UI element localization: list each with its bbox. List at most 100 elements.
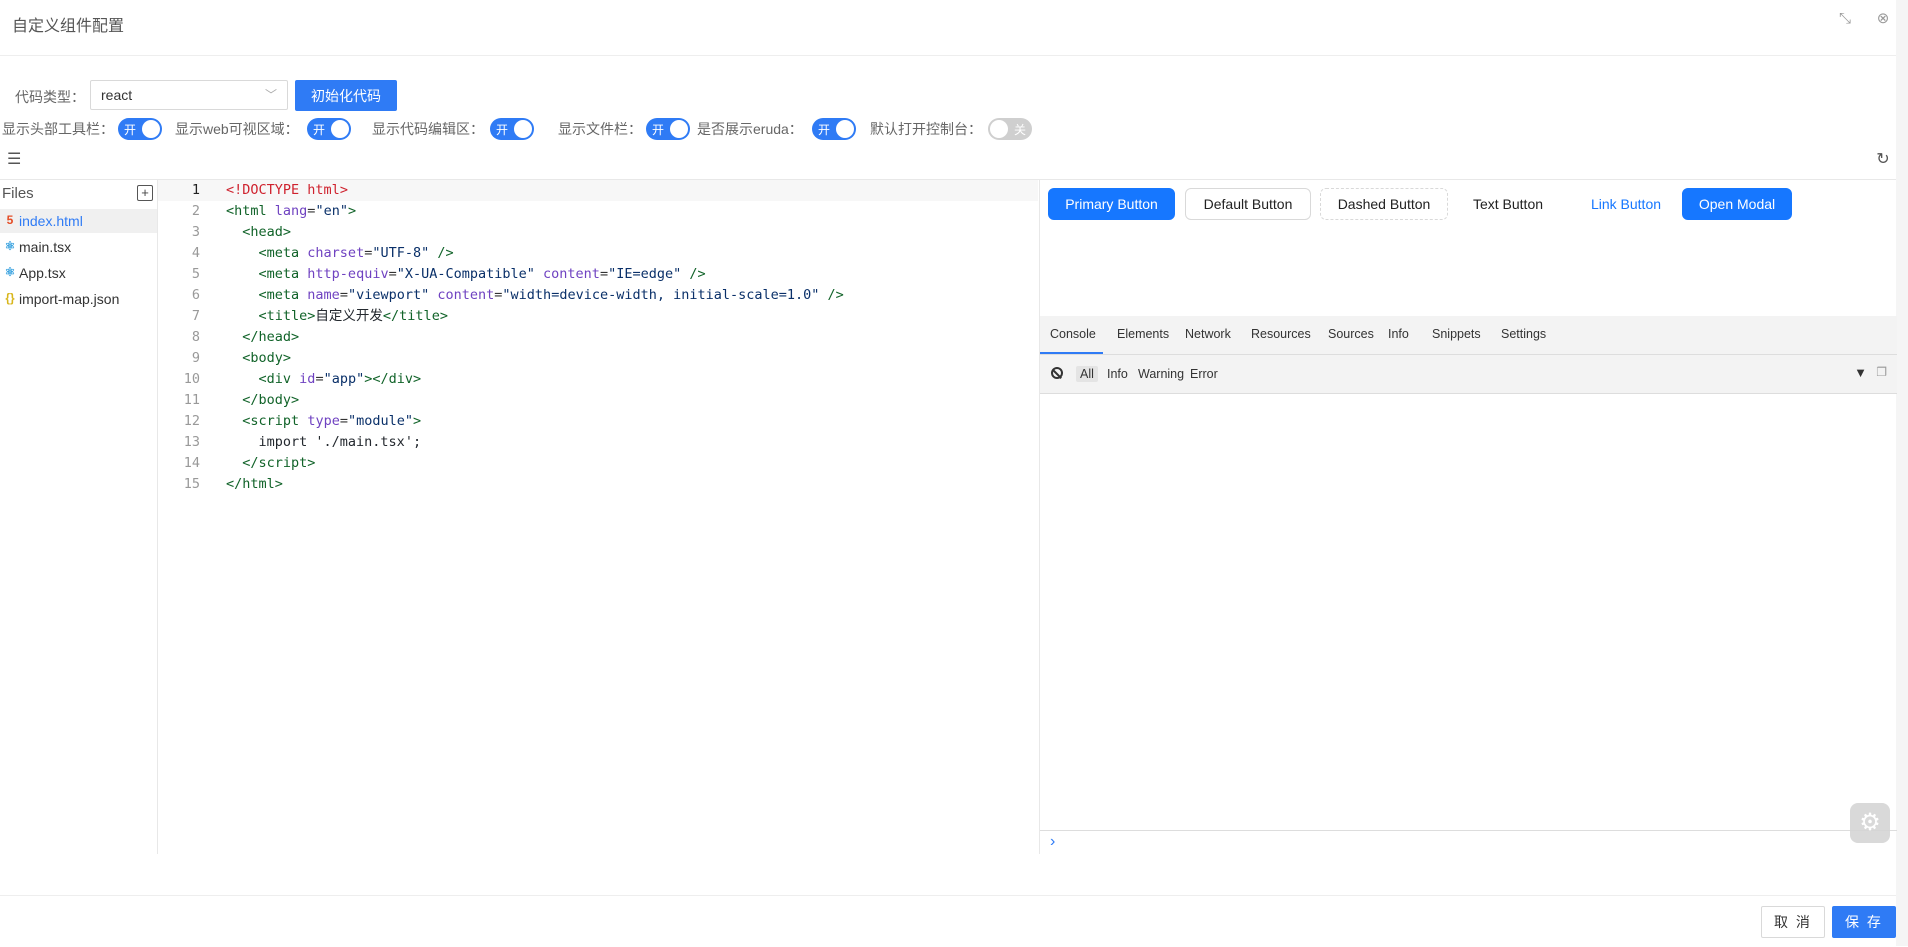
code-line[interactable]: 10 <div id="app"></div> — [158, 369, 1038, 390]
console-filter[interactable]: Error — [1186, 366, 1222, 382]
line-number: 4 — [191, 245, 200, 261]
preview-button-text[interactable]: Text Button — [1452, 188, 1564, 220]
toggle-state: 开 — [652, 123, 665, 137]
console-toolbar: All Info Warning Error ▼ ❐ — [1040, 355, 1897, 394]
code-line[interactable]: 2 <html lang="en"> — [158, 201, 1038, 222]
init-code-button[interactable]: 初始化代码 — [295, 80, 397, 111]
refresh-icon[interactable]: ↻ — [1874, 151, 1892, 169]
json-icon: {} — [5, 291, 15, 305]
line-number: 6 — [191, 287, 200, 303]
code-line[interactable]: 15 </html> — [158, 474, 1038, 495]
react-icon: ⚛ — [4, 265, 16, 279]
preview-button-link[interactable]: Link Button — [1570, 188, 1682, 220]
file-item[interactable]: ⚛ main.tsx — [0, 235, 157, 259]
list-icon[interactable]: ☰ — [7, 152, 23, 168]
toggle-switch[interactable]: 开 — [646, 118, 690, 140]
preview-button-primary[interactable]: Open Modal — [1682, 188, 1792, 220]
workspace: Files + 5 index.html ⚛ main.tsx ⚛ App.tsx {} im… — [0, 179, 1897, 854]
preview-button-primary[interactable]: Primary Button — [1048, 188, 1175, 220]
devtools-tab[interactable]: Resources — [1251, 327, 1311, 341]
close-icon[interactable]: ⊗ — [1874, 10, 1892, 28]
file-item[interactable]: {} import-map.json — [0, 287, 157, 311]
code-line[interactable]: 3 <head> — [158, 222, 1038, 243]
toggle-knob — [514, 120, 532, 138]
filter-icon[interactable]: ▼ — [1854, 365, 1867, 380]
devtools-tab[interactable]: Info — [1388, 327, 1409, 341]
file-item[interactable]: 5 index.html — [0, 209, 157, 233]
toggle-label: 是否展示eruda： — [697, 121, 803, 137]
chevron-down-icon: ﹀ — [264, 88, 277, 102]
devtools-tab[interactable]: Settings — [1501, 327, 1546, 341]
preview-button-dashed[interactable]: Dashed Button — [1320, 188, 1448, 220]
line-number: 5 — [191, 266, 200, 282]
toggle-state: 开 — [496, 123, 509, 137]
line-number: 10 — [183, 371, 200, 387]
code-line[interactable]: 5 <meta http-equiv="X-UA-Compatible" con… — [158, 264, 1038, 285]
dialog-header: 自定义组件配置 ⤡ ⊗ — [0, 0, 1908, 56]
code-line[interactable]: 14 </script> — [158, 453, 1038, 474]
console-prompt-icon: › — [1050, 833, 1056, 850]
file-name: import-map.json — [19, 291, 120, 307]
toggle-state: 关 — [1013, 123, 1026, 137]
toggle-knob — [331, 120, 349, 138]
file-panel: Files + 5 index.html ⚛ main.tsx ⚛ App.tsx {} im… — [0, 180, 158, 854]
console-filter[interactable]: Info — [1103, 366, 1132, 382]
code-line[interactable]: 4 <meta charset="UTF-8" /> — [158, 243, 1038, 264]
code-type-label: 代码类型： — [15, 89, 85, 105]
toggle-label: 显示头部工具栏： — [2, 121, 114, 137]
files-title: Files — [2, 185, 34, 202]
devtools-tab[interactable]: Network — [1185, 327, 1231, 341]
toggle-state: 开 — [313, 123, 326, 137]
save-button[interactable]: 保 存 — [1832, 906, 1896, 938]
collapse-icon[interactable]: ⤡ — [1836, 10, 1854, 28]
file-item[interactable]: ⚛ App.tsx — [0, 261, 157, 285]
console-filter[interactable]: Warning — [1134, 366, 1188, 382]
toggle-switch[interactable]: 开 — [307, 118, 351, 140]
line-number: 3 — [191, 224, 200, 240]
devtools-tab[interactable]: Sources — [1328, 327, 1374, 341]
page-scrollbar[interactable] — [1896, 0, 1908, 946]
toggle-switch[interactable]: 关 — [988, 118, 1032, 140]
devtools-tab[interactable]: Console — [1050, 327, 1096, 341]
line-number: 9 — [191, 350, 200, 366]
code-line[interactable]: 9 <body> — [158, 348, 1038, 369]
code-line[interactable]: 12 <script type="module"> — [158, 411, 1038, 432]
toggle-knob — [836, 120, 854, 138]
line-number: 2 — [191, 203, 200, 219]
toggle-switch[interactable]: 开 — [118, 118, 162, 140]
add-file-icon[interactable]: + — [137, 185, 153, 201]
eruda-gear-icon[interactable]: ⚙ — [1850, 803, 1890, 843]
code-editor[interactable]: 1 <!DOCTYPE html> 2 <html lang="en"> 3 <he… — [158, 180, 1038, 854]
code-line[interactable]: 11 </body> — [158, 390, 1038, 411]
console-filter[interactable]: All — [1076, 366, 1098, 382]
devtools-tab[interactable]: Snippets — [1432, 327, 1481, 341]
code-line[interactable]: 1 <!DOCTYPE html> — [158, 180, 1038, 201]
code-type-select[interactable]: react ﹀ — [90, 80, 288, 110]
toggle-knob — [990, 120, 1008, 138]
toggle-label: 显示代码编辑区： — [372, 121, 484, 137]
code-line[interactable]: 7 <title>自定义开发</title> — [158, 306, 1038, 327]
code-line[interactable]: 13 import './main.tsx'; — [158, 432, 1038, 453]
code-line[interactable]: 8 </head> — [158, 327, 1038, 348]
code-type-value: react — [101, 87, 133, 103]
web-preview: Primary Button Default Button Dashed Butto… — [1039, 180, 1897, 854]
clear-console-icon[interactable] — [1051, 367, 1063, 379]
toggle-knob — [142, 120, 160, 138]
html5-icon: 5 — [6, 213, 14, 227]
line-number: 1 — [191, 182, 200, 198]
copy-icon[interactable]: ❐ — [1876, 365, 1887, 379]
devtools-tab[interactable]: Elements — [1117, 327, 1169, 341]
preview-button-default[interactable]: Default Button — [1185, 188, 1311, 220]
dialog-footer: 取 消 保 存 — [0, 895, 1896, 947]
cancel-button[interactable]: 取 消 — [1761, 906, 1825, 938]
toggle-knob — [670, 120, 688, 138]
toggle-switch[interactable]: 开 — [490, 118, 534, 140]
toggle-label: 显示web可视区域： — [175, 121, 299, 137]
toggle-label: 显示文件栏： — [558, 121, 642, 137]
line-number: 8 — [191, 329, 200, 345]
console-input[interactable]: › — [1040, 830, 1897, 855]
toggle-state: 开 — [818, 123, 831, 137]
line-number: 14 — [183, 455, 200, 471]
code-line[interactable]: 6 <meta name="viewport" content="width=d… — [158, 285, 1038, 306]
toggle-switch[interactable]: 开 — [812, 118, 856, 140]
